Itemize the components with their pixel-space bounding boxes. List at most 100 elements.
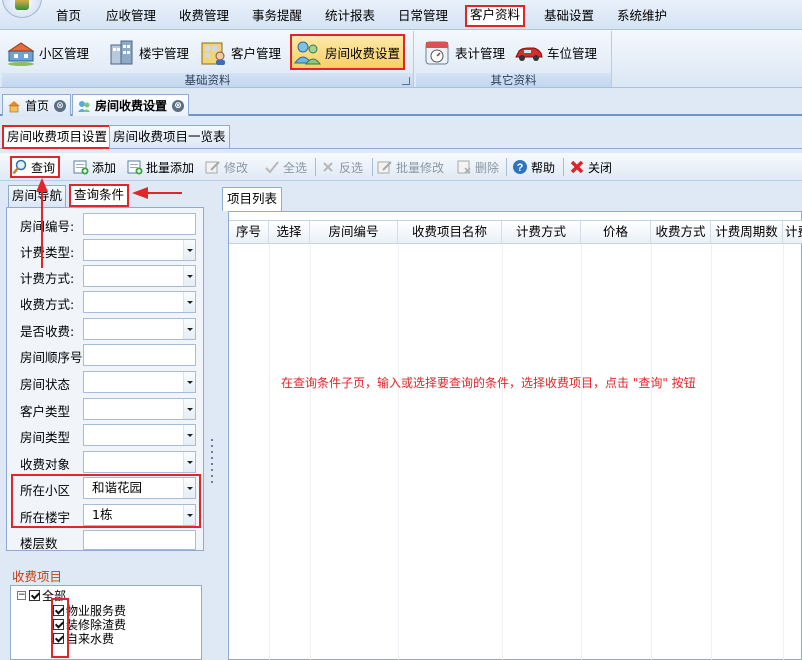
app-logo[interactable] <box>2 0 42 18</box>
room-number-field[interactable] <box>83 213 196 235</box>
delete-button[interactable]: 删除 <box>456 156 499 178</box>
splitter-grip <box>211 469 213 471</box>
billing-type-select[interactable] <box>83 239 196 261</box>
meter-management-button[interactable]: 表计管理 <box>422 34 505 70</box>
room-sequence-field[interactable] <box>83 344 196 366</box>
chevron-down-icon[interactable] <box>183 372 195 392</box>
right-panel: 项目列表 序号 选择 房间编号 收费项目名称 计费方式 价格 收费方式 计费周期… <box>220 183 802 660</box>
menu-reports[interactable]: 统计报表 <box>321 6 379 26</box>
batch-add-button[interactable]: 批量添加 <box>127 156 194 178</box>
chevron-down-icon[interactable] <box>183 292 195 312</box>
column-header[interactable]: 收费方式 <box>651 221 711 243</box>
room-status-select[interactable] <box>83 371 196 393</box>
batch-edit-button[interactable]: 批量修改 <box>377 156 444 178</box>
chevron-down-icon[interactable] <box>183 266 195 286</box>
tab-room-fee-item-list[interactable]: 房间收费项目一览表 <box>109 125 230 149</box>
select-all-button[interactable]: 全选 <box>264 156 307 178</box>
room-type-select[interactable] <box>83 424 196 446</box>
residential-management-button[interactable]: 小区管理 <box>6 34 89 70</box>
chevron-down-icon[interactable] <box>183 399 195 419</box>
chevron-down-icon[interactable] <box>183 452 195 472</box>
is-charged-row: 是否收费: <box>7 318 203 340</box>
column-header[interactable]: 序号 <box>229 221 269 243</box>
menu-bar: 首页 应收管理 收费管理 事务提醒 统计报表 日常管理 客户资料 基础设置 系统… <box>0 0 802 30</box>
menu-system-maintenance[interactable]: 系统维护 <box>613 6 671 26</box>
tab-query-conditions[interactable]: 查询条件 <box>69 184 130 207</box>
tab-room-fee-item-settings[interactable]: 房间收费项目设置 <box>2 125 113 149</box>
payment-method-select[interactable] <box>83 291 196 313</box>
doc-tab-home[interactable]: 首页 ⊗ <box>2 94 72 116</box>
close-button-label: 关闭 <box>588 160 613 175</box>
room-status-label: 房间状态 <box>20 377 71 392</box>
help-icon: ? <box>512 159 528 175</box>
customer-type-label: 客户类型 <box>20 404 71 419</box>
dialog-launcher-icon[interactable] <box>402 77 410 85</box>
invert-select-button[interactable]: 反选 <box>320 156 363 178</box>
floor-count-label: 楼层数 <box>20 536 58 551</box>
grid-column-line <box>783 244 784 660</box>
column-header[interactable]: 计费 <box>783 221 802 243</box>
splitter-grip <box>211 481 213 483</box>
menu-receivables[interactable]: 应收管理 <box>102 6 160 26</box>
chevron-down-icon[interactable] <box>183 425 195 445</box>
customer-management-button[interactable]: 客户管理 <box>198 34 281 70</box>
toolbar-separator <box>372 158 373 176</box>
menu-reminders[interactable]: 事务提醒 <box>248 6 306 26</box>
chevron-down-icon[interactable] <box>183 319 195 339</box>
column-header[interactable]: 价格 <box>581 221 651 243</box>
building-management-button[interactable]: 楼宇管理 <box>106 34 189 70</box>
charge-target-row: 收费对象 <box>7 451 203 473</box>
toolbar-separator <box>315 158 316 176</box>
sub-tabs: 房间收费项目设置 房间收费项目一览表 <box>0 125 802 149</box>
logo-icon <box>15 0 29 10</box>
doc-tab-room-fee[interactable]: 房间收费设置 ⊗ <box>72 94 190 116</box>
ribbon-group-basic-caption: 基础资料 <box>2 73 413 87</box>
column-header[interactable]: 计费周期数 <box>711 221 783 243</box>
parking-management-button[interactable]: 车位管理 <box>514 34 597 70</box>
close-tab-icon[interactable]: ⊗ <box>54 99 67 112</box>
checkbox-all[interactable] <box>29 589 40 601</box>
room-type-label: 房间类型 <box>20 430 71 445</box>
menu-customer-data[interactable]: 客户资料 <box>465 5 526 27</box>
close-icon <box>569 159 585 175</box>
column-header[interactable]: 房间编号 <box>310 221 398 243</box>
menu-basic-settings[interactable]: 基础设置 <box>540 6 598 26</box>
close-tab-icon[interactable]: ⊗ <box>172 99 185 112</box>
building-management-label: 楼宇管理 <box>139 45 190 61</box>
chevron-down-icon[interactable] <box>183 240 195 260</box>
add-button[interactable]: 添加 <box>73 156 116 178</box>
billing-method-label: 计费方式: <box>20 271 75 286</box>
delete-icon <box>456 159 472 175</box>
panel-splitter[interactable] <box>207 183 219 660</box>
tab-item-list[interactable]: 项目列表 <box>222 187 283 211</box>
charge-target-select[interactable] <box>83 451 196 473</box>
collapse-icon[interactable]: − <box>17 590 26 600</box>
column-header[interactable]: 选择 <box>269 221 310 243</box>
highlight-community-building <box>11 474 201 528</box>
billing-method-select[interactable] <box>83 265 196 287</box>
edit-icon <box>205 159 221 175</box>
menu-fee-management[interactable]: 收费管理 <box>175 6 233 26</box>
room-sequence-label: 房间顺序号 <box>20 350 83 365</box>
room-fee-settings-button[interactable]: 房间收费设置 <box>290 34 406 70</box>
menu-home[interactable]: 首页 <box>52 6 85 26</box>
select-all-icon <box>264 159 280 175</box>
billing-method-row: 计费方式: <box>7 265 203 287</box>
customer-type-select[interactable] <box>83 398 196 420</box>
grid-column-line <box>269 244 270 660</box>
doc-tab-home-label: 首页 <box>25 99 50 113</box>
meter-icon <box>422 37 452 67</box>
query-button[interactable]: 查询 <box>10 156 61 178</box>
column-header[interactable]: 计费方式 <box>502 221 581 243</box>
splitter-grip <box>211 463 213 465</box>
is-charged-select[interactable] <box>83 318 196 340</box>
close-button[interactable]: 关闭 <box>569 156 612 178</box>
floor-count-field[interactable] <box>83 530 196 550</box>
svg-text:?: ? <box>517 162 524 174</box>
help-button[interactable]: ? 帮助 <box>512 156 555 178</box>
delete-button-label: 删除 <box>475 160 500 175</box>
menu-daily-management[interactable]: 日常管理 <box>394 6 452 26</box>
grid-header: 序号 选择 房间编号 收费项目名称 计费方式 价格 收费方式 计费周期数 计费 <box>229 220 802 244</box>
column-header[interactable]: 收费项目名称 <box>398 221 502 243</box>
edit-button[interactable]: 修改 <box>205 156 248 178</box>
